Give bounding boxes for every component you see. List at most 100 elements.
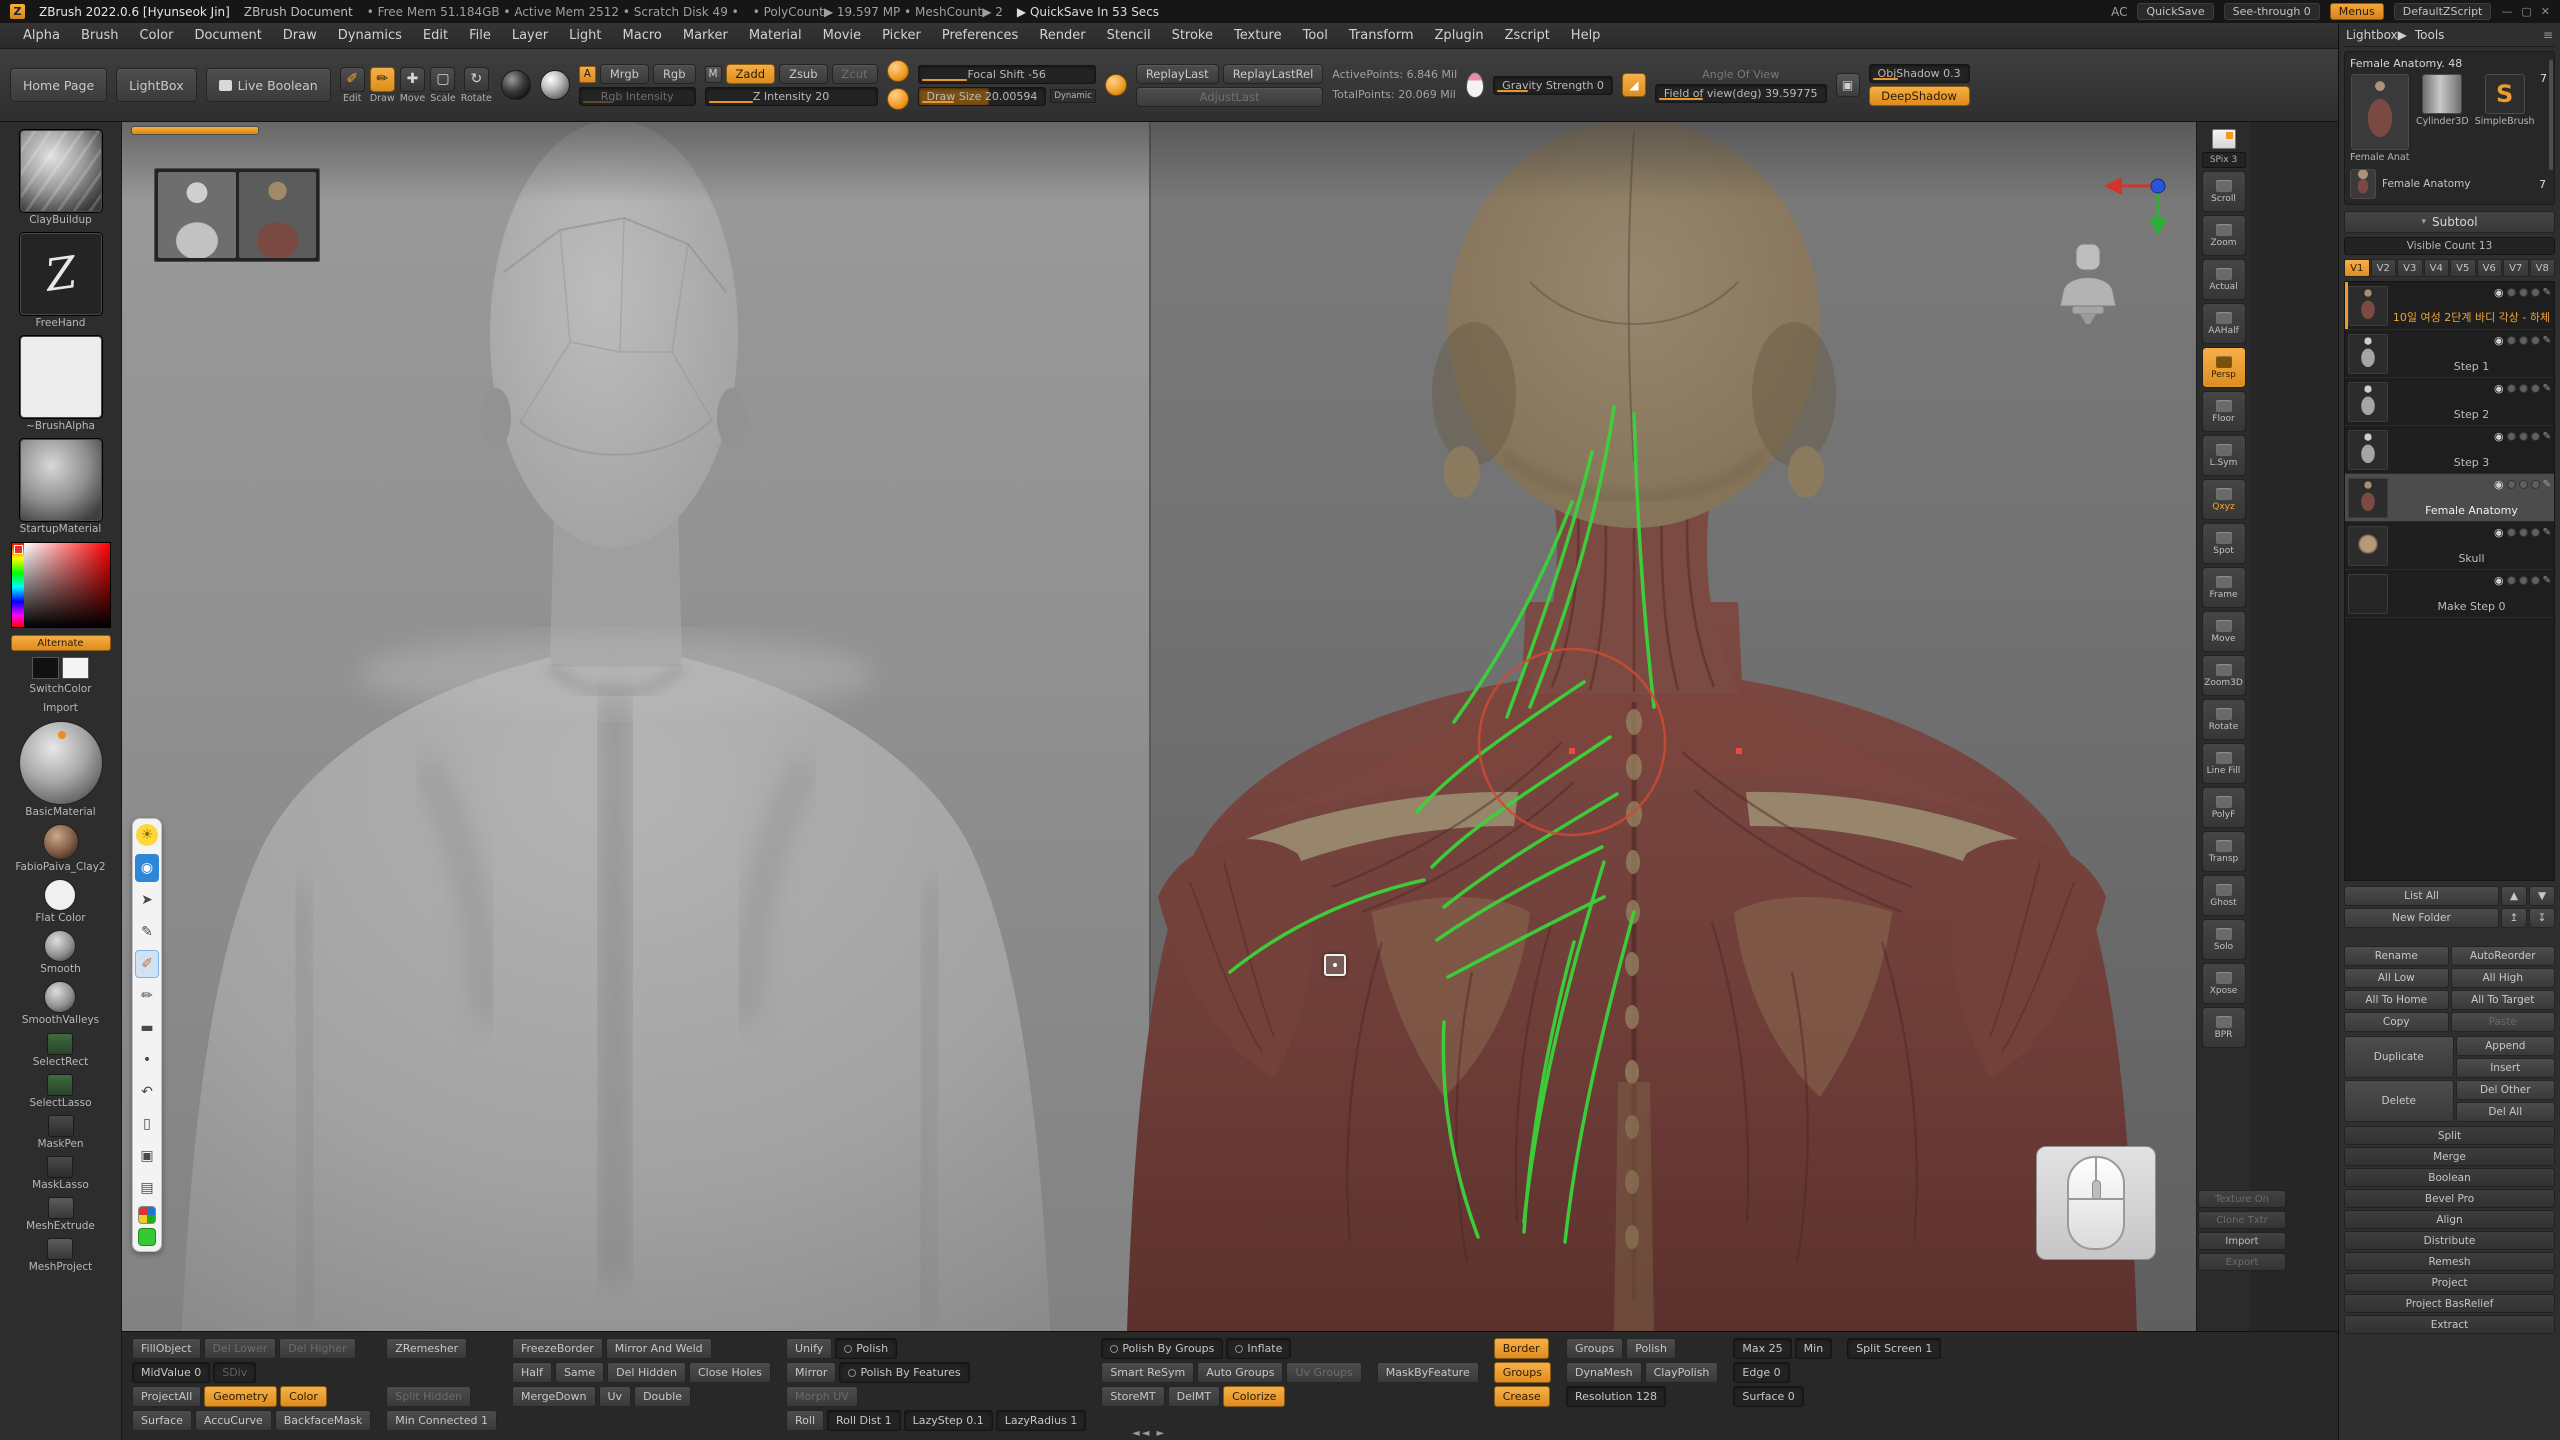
material-item[interactable]: FabioPaiva_Clay2 bbox=[15, 824, 105, 878]
bp-claypolish[interactable]: ClayPolish bbox=[1645, 1362, 1719, 1383]
quicksave-button[interactable]: QuickSave bbox=[2137, 3, 2213, 20]
bp-color[interactable]: Color bbox=[280, 1386, 327, 1407]
visibility-eye-icon[interactable]: ◉ bbox=[2494, 286, 2504, 299]
window-maximize-icon[interactable]: ▢ bbox=[2521, 5, 2531, 18]
right-shelf-button[interactable]: Line Fill bbox=[2202, 743, 2246, 784]
right-shelf-button[interactable]: Xpose bbox=[2202, 963, 2246, 1004]
polypaint-icon[interactable]: ✎ bbox=[2543, 383, 2551, 394]
bp-lazystep-0-1[interactable]: LazyStep 0.1 bbox=[904, 1410, 993, 1431]
radio-toggle-icon[interactable] bbox=[1235, 1345, 1243, 1353]
menus-button[interactable]: Menus bbox=[2330, 3, 2384, 20]
polypaint-icon[interactable]: ✎ bbox=[2543, 335, 2551, 346]
subtool-knob-icon[interactable] bbox=[2531, 576, 2540, 585]
saturation-value-square[interactable] bbox=[24, 543, 110, 627]
bp-del-higher[interactable]: Del Higher bbox=[279, 1338, 355, 1359]
bp-morph-uv[interactable]: Morph UV bbox=[786, 1386, 858, 1407]
bp-split-hidden[interactable]: Split Hidden bbox=[386, 1386, 471, 1407]
subpalette-header[interactable]: Project BasRelief bbox=[2344, 1294, 2555, 1313]
subpalette-header[interactable]: Extract bbox=[2344, 1315, 2555, 1334]
subpalette-header[interactable]: Remesh bbox=[2344, 1252, 2555, 1271]
bp-backfacemask[interactable]: BackfaceMask bbox=[275, 1410, 371, 1431]
subtool-up-icon[interactable]: ▲ bbox=[2501, 886, 2527, 906]
right-shelf-button[interactable]: PolyF bbox=[2202, 787, 2246, 828]
right-shelf-button[interactable]: Zoom bbox=[2202, 215, 2246, 256]
menu-item[interactable]: Help bbox=[1562, 26, 1610, 45]
subtool-action-button[interactable]: AutoReorder bbox=[2451, 946, 2556, 966]
bp-half[interactable]: Half bbox=[512, 1362, 552, 1383]
subpalette-header[interactable]: Split bbox=[2344, 1126, 2555, 1145]
polypaint-icon[interactable]: ✎ bbox=[2543, 287, 2551, 298]
subtool-row[interactable]: ◉ ✎ Skull bbox=[2345, 522, 2554, 570]
bp-split-screen-1[interactable]: Split Screen 1 bbox=[1847, 1338, 1941, 1359]
bp-freezeborder[interactable]: FreezeBorder bbox=[512, 1338, 603, 1359]
bp-mirror[interactable]: Mirror bbox=[786, 1362, 836, 1383]
bp-unify[interactable]: Unify bbox=[786, 1338, 832, 1359]
tool-thumbnail-cylinder3d[interactable] bbox=[2422, 74, 2462, 114]
bp-groups[interactable]: Groups bbox=[1566, 1338, 1623, 1359]
version-tab[interactable]: V1 bbox=[2344, 259, 2370, 277]
brush-shortcut[interactable]: MaskLasso bbox=[32, 1156, 89, 1196]
material-item[interactable]: SmoothValleys bbox=[22, 981, 99, 1031]
bp-polish-by-features[interactable]: Polish By Features bbox=[839, 1362, 969, 1383]
replay-last-rel-button[interactable]: ReplayLastRel bbox=[1223, 64, 1324, 84]
folder-down-icon[interactable]: ↧ bbox=[2529, 908, 2555, 928]
version-tab[interactable]: V2 bbox=[2371, 259, 2397, 277]
import-button[interactable]: Import bbox=[43, 702, 78, 714]
material-item[interactable]: Flat Color bbox=[35, 879, 85, 929]
bp-sdiv[interactable]: SDiv bbox=[213, 1362, 256, 1383]
bp-del-hidden[interactable]: Del Hidden bbox=[607, 1362, 686, 1383]
default-zscript-button[interactable]: DefaultZScript bbox=[2394, 3, 2492, 20]
texture-palette-button[interactable]: Export bbox=[2198, 1253, 2286, 1271]
menu-item[interactable]: Color bbox=[130, 26, 182, 45]
subtool-knob-icon[interactable] bbox=[2531, 384, 2540, 393]
subtool-action-button[interactable]: All To Home bbox=[2344, 990, 2449, 1010]
pencil-icon[interactable]: ✏ bbox=[135, 982, 159, 1010]
menu-item[interactable]: Zplugin bbox=[1426, 26, 1493, 45]
current-gradient-preview[interactable] bbox=[540, 70, 570, 100]
bp-zremesher[interactable]: ZRemesher bbox=[386, 1338, 467, 1359]
rgb-intensity-slider[interactable]: Rgb Intensity bbox=[579, 87, 696, 106]
menu-item[interactable]: Light bbox=[560, 26, 610, 45]
right-shelf-button[interactable]: BPR bbox=[2202, 1007, 2246, 1048]
current-material-preview[interactable] bbox=[501, 70, 531, 100]
folder-up-icon[interactable]: ↥ bbox=[2501, 908, 2527, 928]
highlighter-icon[interactable]: ✐ bbox=[135, 950, 159, 978]
version-tab[interactable]: V3 bbox=[2397, 259, 2423, 277]
live-boolean-button[interactable]: Live Boolean bbox=[206, 68, 331, 102]
secondary-color-swatch[interactable] bbox=[62, 657, 89, 679]
subtool-knob-icon[interactable] bbox=[2519, 528, 2528, 537]
bp-midvalue-0[interactable]: MidValue 0 bbox=[132, 1362, 210, 1383]
right-shelf-button[interactable]: Floor bbox=[2202, 391, 2246, 432]
texture-palette-button[interactable]: Texture On bbox=[2198, 1190, 2286, 1208]
list-all-button[interactable]: List All bbox=[2344, 886, 2499, 906]
visibility-eye-icon[interactable]: ◉ bbox=[2494, 574, 2504, 587]
whiteboard-icon[interactable]: ▤ bbox=[135, 1174, 159, 1202]
bp-same[interactable]: Same bbox=[555, 1362, 604, 1383]
polypaint-icon[interactable]: ✎ bbox=[2543, 575, 2551, 586]
divider-icon[interactable] bbox=[2212, 129, 2236, 149]
delete-button[interactable]: Delete bbox=[2344, 1080, 2454, 1122]
subtool-action-button[interactable]: All To Target bbox=[2451, 990, 2556, 1010]
subpalette-header[interactable]: Boolean bbox=[2344, 1168, 2555, 1187]
texture-palette-button[interactable]: Import bbox=[2198, 1232, 2286, 1250]
bp-min[interactable]: Min bbox=[1795, 1338, 1833, 1359]
mode-button[interactable]: ▢ Scale bbox=[430, 67, 456, 104]
subtool-knob-icon[interactable] bbox=[2507, 576, 2516, 585]
hue-strip[interactable] bbox=[12, 543, 24, 627]
menu-item[interactable]: Zscript bbox=[1496, 26, 1559, 45]
bp-inflate[interactable]: Inflate bbox=[1226, 1338, 1291, 1359]
visible-count-slider[interactable]: Visible Count 13 bbox=[2344, 237, 2555, 255]
right-shelf-button[interactable]: Spot bbox=[2202, 523, 2246, 564]
draw-size-slider[interactable]: Draw Size 20.00594 bbox=[918, 87, 1047, 106]
active-color-swatch[interactable] bbox=[138, 1228, 156, 1246]
right-shelf-button[interactable]: Persp bbox=[2202, 347, 2246, 388]
subpalette-header[interactable]: Merge bbox=[2344, 1147, 2555, 1166]
bp-delmt[interactable]: DelMT bbox=[1168, 1386, 1221, 1407]
subtool-knob-icon[interactable] bbox=[2519, 576, 2528, 585]
brush-shortcut[interactable]: MeshExtrude bbox=[26, 1197, 95, 1237]
del-other-button[interactable]: Del Other bbox=[2456, 1080, 2556, 1100]
bp-polish[interactable]: Polish bbox=[1626, 1338, 1676, 1359]
brush-shortcut[interactable]: SelectRect bbox=[33, 1033, 89, 1073]
bp-smart-resym[interactable]: Smart ReSym bbox=[1101, 1362, 1194, 1383]
lightbox-toggle-button[interactable]: LightBox bbox=[116, 68, 196, 102]
